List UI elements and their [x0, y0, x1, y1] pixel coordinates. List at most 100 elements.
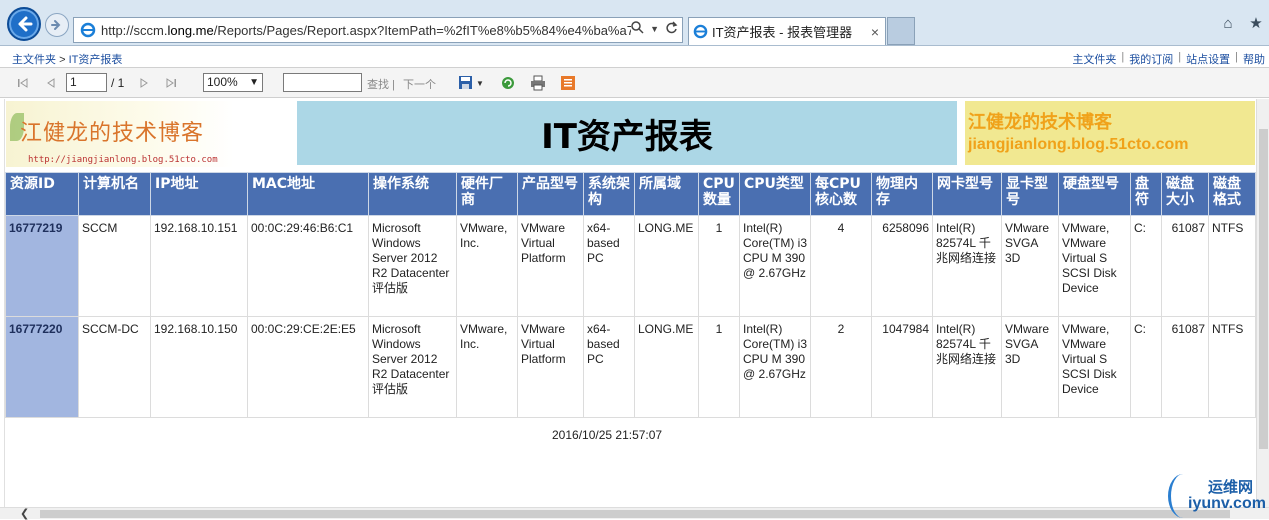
refresh-icon[interactable] — [665, 21, 678, 37]
watermark-logo: 运维网 iyunv.com — [1168, 474, 1268, 518]
vertical-scrollbar[interactable] — [1256, 99, 1269, 507]
column-header: 所属域 — [634, 172, 699, 216]
column-header: 系统架构 — [583, 172, 635, 216]
tab-ie-icon — [693, 24, 708, 39]
my-subscriptions-link[interactable]: 我的订阅 — [1129, 51, 1173, 67]
browser-tab-active[interactable]: IT资产报表 - 报表管理器 × — [688, 17, 886, 45]
breadcrumb-current-link[interactable]: IT资产报表 — [69, 54, 123, 66]
print-icon[interactable] — [529, 74, 547, 92]
page-count: / 1 — [111, 76, 125, 90]
back-button[interactable] — [7, 7, 41, 41]
column-header: 磁盘大小 — [1161, 172, 1209, 216]
table-cell: VMware, VMware Virtual S SCSI Disk Devic… — [1058, 316, 1131, 418]
url-text: http://sccm.long.me/Reports/Pages/Report… — [101, 22, 631, 38]
chevron-down-icon: ▼ — [249, 77, 259, 88]
first-page-icon[interactable] — [14, 74, 32, 92]
table-cell: Intel(R) 82574L 千兆网络连接 — [932, 215, 1002, 317]
table-cell: 00:0C:29:46:B6:C1 — [247, 215, 369, 317]
page-number-input[interactable]: 1 — [66, 73, 107, 92]
site-settings-link[interactable]: 站点设置 — [1186, 51, 1230, 67]
table-cell: VMware, Inc. — [456, 316, 518, 418]
table-cell: Microsoft Windows Server 2012 R2 Datacen… — [368, 215, 457, 317]
previous-page-icon[interactable] — [42, 74, 60, 92]
table-cell: LONG.ME — [634, 316, 699, 418]
column-header: 每CPU核心数 — [810, 172, 872, 216]
zoom-select[interactable]: 100% ▼ — [203, 73, 263, 92]
watermark-bottom: iyunv.com — [1188, 495, 1266, 512]
column-header: MAC地址 — [247, 172, 369, 216]
table-cell: Intel(R) Core(TM) i3 CPU M 390 @ 2.67GHz — [739, 215, 811, 317]
blog-logo: 江健龙的技术博客 http://jiangjianlong.blog.51cto… — [6, 101, 234, 167]
breadcrumb-separator: > — [59, 54, 66, 66]
tab-title: IT资产报表 - 报表管理器 — [712, 25, 853, 40]
column-header: CPU数量 — [698, 172, 740, 216]
find-input[interactable] — [283, 73, 362, 92]
report-toolbar — [0, 68, 1269, 98]
table-cell: NTFS — [1208, 215, 1256, 317]
table-row: 16777220 SCCM-DC 192.168.10.150 00:0C:29:CE… — [5, 316, 1256, 418]
new-tab-button[interactable] — [887, 17, 915, 45]
logo-url: http://jiangjianlong.blog.51cto.com — [28, 155, 218, 165]
table-cell: 2 — [810, 316, 872, 418]
find-link[interactable]: 查找 | — [367, 76, 395, 92]
zoom-value: 100% — [207, 75, 238, 89]
table-cell: x64-based PC — [583, 215, 635, 317]
table-cell: VMware, Inc. — [456, 215, 518, 317]
scroll-left-icon[interactable]: ❮ — [20, 507, 29, 520]
column-header: 硬件厂商 — [456, 172, 518, 216]
column-header: 操作系统 — [368, 172, 457, 216]
link-separator: | — [1121, 51, 1125, 63]
ie-icon — [77, 19, 99, 41]
resource-id-cell: 16777220 — [5, 316, 79, 418]
logo-title: 江健龙的技术博客 — [20, 121, 205, 146]
tab-close-icon[interactable]: × — [865, 24, 885, 40]
scrollbar-thumb[interactable] — [1259, 129, 1268, 449]
address-bar[interactable]: http://sccm.long.me/Reports/Pages/Report… — [73, 17, 683, 43]
table-cell: Intel(R) 82574L 千兆网络连接 — [932, 316, 1002, 418]
table-cell: VMware SVGA 3D — [1001, 316, 1059, 418]
find-next-link[interactable]: 下一个 — [403, 76, 436, 92]
table-cell: VMware SVGA 3D — [1001, 215, 1059, 317]
asset-table: 资源ID 计算机名 IP地址 MAC地址 操作系统 硬件厂商 产品型号 系统架构 所属域 CPU数… — [5, 172, 1256, 418]
help-link[interactable]: 帮助 — [1243, 51, 1265, 67]
table-cell: 61087 — [1161, 316, 1209, 418]
blog-url[interactable]: jiangjianlong.blog.51cto.com — [968, 136, 1188, 154]
last-page-icon[interactable] — [162, 74, 180, 92]
refresh-report-icon[interactable] — [499, 74, 517, 92]
next-page-icon[interactable] — [135, 74, 153, 92]
blog-banner: 江健龙的技术博客 jiangjianlong.blog.51cto.com — [965, 101, 1255, 165]
column-header: 计算机名 — [78, 172, 151, 216]
search-icon[interactable] — [631, 21, 644, 37]
home-folder-link[interactable]: 主文件夹 — [1072, 51, 1116, 67]
table-header-row: 资源ID 计算机名 IP地址 MAC地址 操作系统 硬件厂商 产品型号 系统架构 所属域 CPU数… — [5, 172, 1256, 216]
browser-chrome: http://sccm.long.me/Reports/Pages/Report… — [0, 0, 1269, 46]
column-header: 网卡型号 — [932, 172, 1002, 216]
home-icon[interactable]: ⌂ — [1219, 14, 1237, 32]
column-header: 硬盘型号 — [1058, 172, 1131, 216]
table-cell: Intel(R) Core(TM) i3 CPU M 390 @ 2.67GHz — [739, 316, 811, 418]
forward-arrow-icon — [51, 20, 61, 30]
forward-button[interactable] — [45, 13, 69, 37]
breadcrumb-home-link[interactable]: 主文件夹 — [12, 54, 56, 66]
dropdown-arrow-icon[interactable]: ▼ — [650, 24, 659, 34]
data-feed-icon[interactable] — [559, 74, 577, 92]
breadcrumb: 主文件夹 > IT资产报表 — [12, 51, 122, 67]
export-dropdown-icon[interactable]: ▼ — [475, 74, 485, 92]
report-title-box: IT资产报表 — [297, 101, 957, 165]
top-links: 主文件夹 | 我的订阅 | 站点设置 | 帮助 — [1072, 51, 1265, 67]
table-cell: LONG.ME — [634, 215, 699, 317]
horizontal-scrollbar[interactable]: ❮ — [0, 507, 1269, 520]
table-cell: C: — [1130, 215, 1162, 317]
column-header: 盘符 — [1130, 172, 1162, 216]
find-separator: | — [392, 79, 395, 91]
scrollbar-thumb[interactable] — [40, 510, 1230, 518]
column-header: CPU类型 — [739, 172, 811, 216]
favorites-star-icon[interactable]: ★ — [1247, 14, 1265, 32]
table-cell: 1 — [698, 316, 740, 418]
table-cell: 192.168.10.151 — [150, 215, 248, 317]
table-cell: VMware Virtual Platform — [517, 316, 584, 418]
export-save-icon[interactable] — [457, 74, 475, 92]
column-header: 显卡型号 — [1001, 172, 1059, 216]
column-header: 磁盘格式 — [1208, 172, 1256, 216]
watermark-top: 运维网 — [1208, 479, 1254, 496]
